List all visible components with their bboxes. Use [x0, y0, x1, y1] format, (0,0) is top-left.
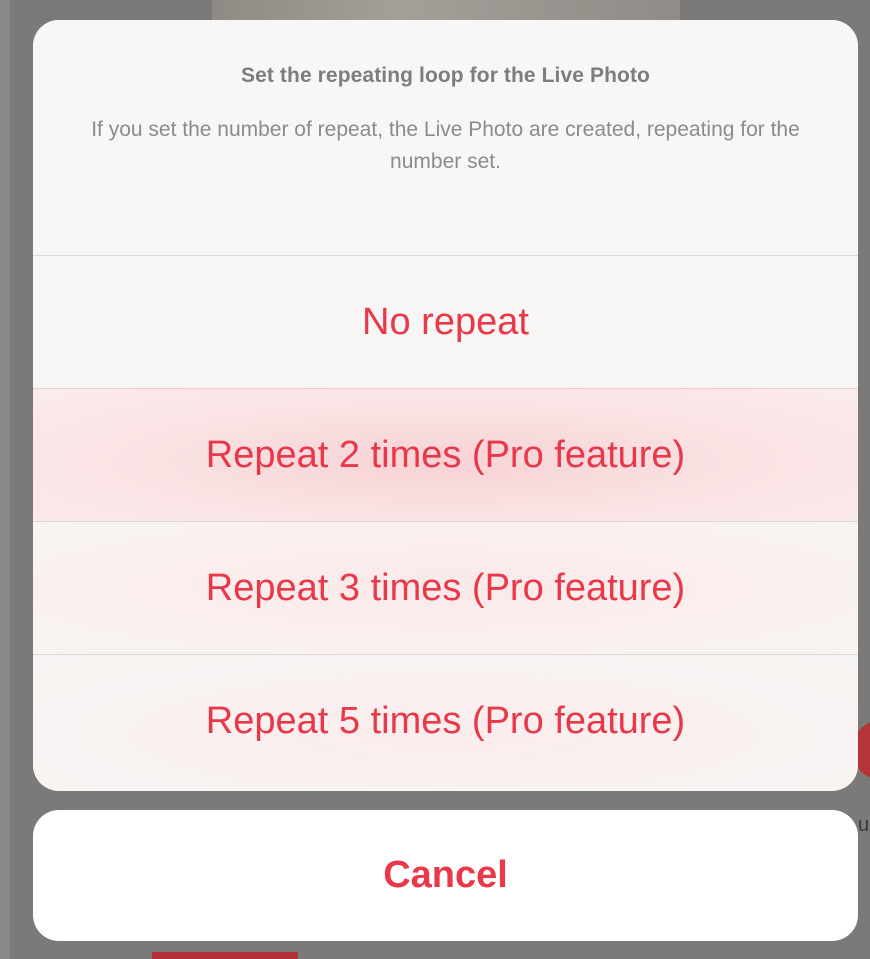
action-sheet: Set the repeating loop for the Live Phot… [33, 20, 858, 791]
action-sheet-message: If you set the number of repeat, the Liv… [91, 118, 800, 173]
background-partial-label: u [858, 814, 870, 836]
no-repeat-option[interactable]: No repeat [33, 255, 858, 388]
repeat-2-times-option[interactable]: Repeat 2 times (Pro feature) [33, 388, 858, 521]
action-sheet-header: Set the repeating loop for the Live Phot… [33, 20, 858, 255]
background-photo [212, 0, 680, 22]
cancel-button[interactable]: Cancel [33, 810, 858, 941]
repeat-5-times-option[interactable]: Repeat 5 times (Pro feature) [33, 654, 858, 787]
action-sheet-title: Set the repeating loop for the Live Phot… [241, 64, 650, 87]
background-app-edge [0, 0, 10, 959]
background-red-bar [152, 952, 298, 959]
repeat-3-times-option[interactable]: Repeat 3 times (Pro feature) [33, 521, 858, 654]
